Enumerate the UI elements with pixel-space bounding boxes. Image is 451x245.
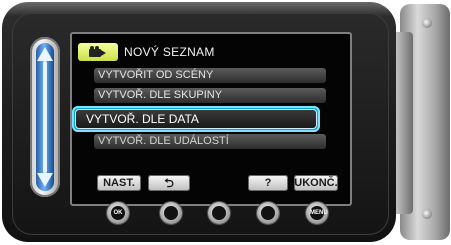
menu-item-create-from-scene[interactable]: VYTVOŘIT OD SCÉNY <box>94 68 326 83</box>
menu-item-create-by-event[interactable]: VYTVOŘ. DLE UDÁLOSTÍ <box>94 134 326 149</box>
screw-icon <box>422 18 432 28</box>
video-camera-badge <box>78 43 118 61</box>
back-button[interactable]: ⮌ <box>148 175 190 191</box>
help-button[interactable]: ? <box>248 175 288 191</box>
ok-button[interactable]: OK <box>107 202 129 224</box>
screen-title: NOVÝ SEZNAM <box>124 45 215 59</box>
menu-button[interactable]: MENU <box>306 202 328 224</box>
hardware-button[interactable] <box>160 202 182 224</box>
menu-item-create-by-group[interactable]: VYTVOŘ. DLE SKUPINY <box>94 88 326 103</box>
exit-button[interactable]: UKONČ. <box>294 175 338 191</box>
menu-label: MENU <box>310 206 328 220</box>
menu-item-create-by-date[interactable]: VYTVOŘ. DLE DATA <box>75 109 317 129</box>
video-camera-icon <box>89 46 107 58</box>
screw-icon <box>422 209 432 219</box>
lcd-screen: NOVÝ SEZNAM VYTVOŘIT OD SCÉNY VYTVOŘ. DL… <box>70 32 352 206</box>
menu-item-selected-highlight[interactable]: VYTVOŘ. DLE DATA <box>72 106 320 132</box>
hardware-button[interactable] <box>257 202 279 224</box>
screen-title-bar: NOVÝ SEZNAM <box>78 42 215 62</box>
arrow-up-icon <box>37 47 53 61</box>
hardware-button[interactable] <box>208 202 230 224</box>
settings-button[interactable]: NAST. <box>97 175 141 191</box>
touch-slider[interactable] <box>30 37 60 197</box>
arrow-down-icon <box>37 173 53 187</box>
arrow-shaft-icon <box>43 61 47 173</box>
ok-label: OK <box>111 206 125 220</box>
slider-track[interactable] <box>36 43 54 191</box>
